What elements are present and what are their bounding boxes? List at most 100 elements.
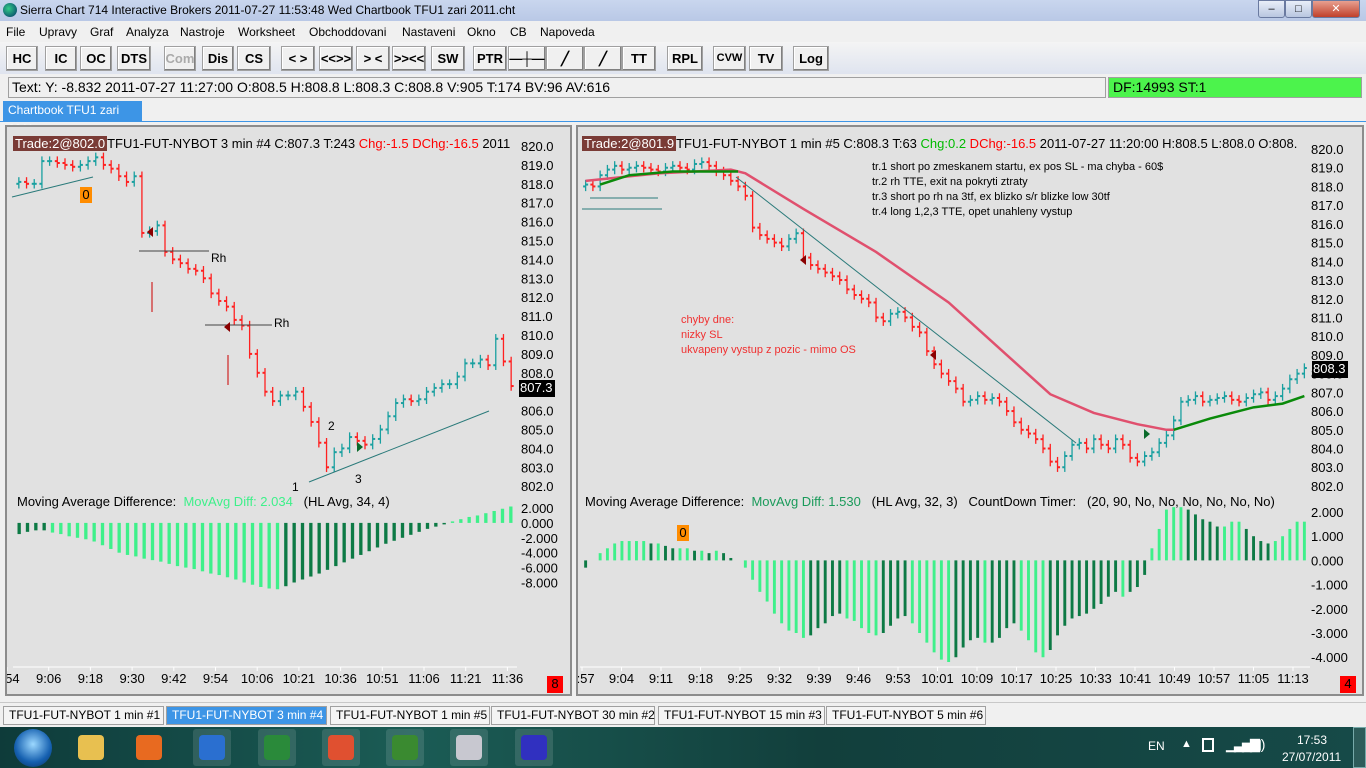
clock-time[interactable]: 17:53 bbox=[1297, 733, 1327, 747]
menu-nastaveni[interactable]: Nastaveni bbox=[402, 25, 455, 39]
language-indicator[interactable]: EN bbox=[1148, 739, 1165, 753]
chart-header: Trade:2@801.9 TFU1-FUT-NYBOT 1 min #5 C:8… bbox=[582, 136, 1297, 151]
toolbar-cs-button[interactable]: CS bbox=[237, 46, 271, 71]
toolbar-expand-button[interactable]: <<>> bbox=[319, 46, 353, 71]
toolbar-compress-button[interactable]: > < bbox=[356, 46, 390, 71]
rh-label: Rh bbox=[274, 316, 290, 330]
indicator-params: (HL Avg, 32, 3) bbox=[871, 494, 958, 509]
toolbar-tv-button[interactable]: TV bbox=[749, 46, 783, 71]
price-tick: 819.0 bbox=[1311, 161, 1344, 176]
timer-name: CountDown Timer: bbox=[968, 494, 1077, 509]
toolbar-dis-button[interactable]: Dis bbox=[202, 46, 234, 71]
toolbar-crosshair-button[interactable]: —┼— bbox=[508, 46, 546, 71]
bar-date: 2011 bbox=[478, 136, 511, 151]
show-hidden-icons[interactable]: ▲ bbox=[1181, 738, 1192, 750]
indicator-header: Moving Average Difference: MovAvg Diff: … bbox=[17, 494, 390, 509]
toolbar-ic-button[interactable]: IC bbox=[45, 46, 77, 71]
maximize-button[interactable]: □ bbox=[1285, 0, 1312, 18]
minimize-button[interactable]: – bbox=[1258, 0, 1285, 18]
volume-icon[interactable]: ◀) bbox=[1250, 736, 1265, 753]
toolbar-tt-button[interactable]: TT bbox=[622, 46, 656, 71]
toolbar-line-button[interactable]: ╱ bbox=[546, 46, 584, 71]
internet-explorer-icon[interactable] bbox=[193, 729, 231, 766]
indicator-tick: -3.000 bbox=[1311, 626, 1348, 641]
toolbar-scroll-left-right-button[interactable]: < > bbox=[281, 46, 315, 71]
explorer-icon[interactable] bbox=[72, 729, 110, 766]
time-tick: 10:57 bbox=[1198, 671, 1231, 686]
zero-marker: 0 bbox=[80, 187, 92, 203]
trade-marker-icon bbox=[1144, 429, 1150, 439]
toolbar-dts-button[interactable]: DTS bbox=[117, 46, 151, 71]
toolbar-sw-button[interactable]: SW bbox=[431, 46, 465, 71]
bar-date: 2011-07-27 11:20:00 H:808.5 L:808.0 O:80… bbox=[1036, 136, 1298, 151]
chart-1min[interactable]: 820.0 819.0 818.0 817.0 816.0 815.0 814.0 813.0… bbox=[576, 125, 1364, 696]
toolbar-rpl-button[interactable]: RPL bbox=[667, 46, 703, 71]
window-title: Sierra Chart 714 Interactive Brokers 201… bbox=[20, 3, 516, 17]
toolbar-hc-button[interactable]: HC bbox=[6, 46, 38, 71]
toolbar-compress-more-button[interactable]: >><< bbox=[392, 46, 426, 71]
toolbar-oc-button[interactable]: OC bbox=[80, 46, 112, 71]
note-line: nizky SL bbox=[681, 329, 723, 341]
price-tick: 817.0 bbox=[521, 196, 554, 211]
indicator-tick: -2.000 bbox=[1311, 602, 1348, 617]
power-icon[interactable] bbox=[1202, 738, 1214, 752]
chart-tab[interactable]: TFU1-FUT-NYBOT 15 min #3 bbox=[658, 706, 825, 725]
change-value: Chg:0.2 bbox=[920, 136, 967, 151]
menu-worksheet[interactable]: Worksheet bbox=[238, 25, 295, 39]
price-tick: 813.0 bbox=[1311, 273, 1344, 288]
menu-cb[interactable]: CB bbox=[510, 25, 527, 39]
bar-info: #4 C:807.3 T:243 bbox=[252, 136, 359, 151]
blue-app-icon[interactable] bbox=[515, 729, 553, 766]
app-green-icon[interactable] bbox=[386, 729, 424, 766]
notepad-app-icon[interactable] bbox=[450, 729, 488, 766]
point-label-3: 3 bbox=[355, 472, 362, 486]
time-tick: 9:42 bbox=[161, 671, 186, 686]
toolbar-ray-button[interactable]: ╱ bbox=[584, 46, 622, 71]
indicator-value: MovAvg Diff: 2.034 bbox=[183, 494, 293, 509]
chart-tab[interactable]: TFU1-FUT-NYBOT 3 min #4 bbox=[166, 706, 327, 725]
close-button[interactable]: ✕ bbox=[1312, 0, 1360, 18]
price-tick: 802.0 bbox=[1311, 479, 1344, 494]
menu-upravy[interactable]: Upravy bbox=[39, 25, 77, 39]
point-label-1: 1 bbox=[292, 480, 299, 494]
media-player-icon[interactable] bbox=[130, 729, 168, 766]
menu-graf[interactable]: Graf bbox=[90, 25, 113, 39]
chart-tab[interactable]: TFU1-FUT-NYBOT 1 min #1 bbox=[3, 706, 164, 725]
time-tick: 9:11 bbox=[649, 671, 673, 686]
toolbar-cvw-button[interactable]: CVW bbox=[713, 46, 746, 71]
chart-tab[interactable]: TFU1-FUT-NYBOT 5 min #6 bbox=[826, 706, 986, 725]
rh-label: Rh bbox=[211, 251, 227, 265]
trade-notes: tr.1 short po zmeskanem startu, ex pos S… bbox=[872, 160, 1163, 220]
menu-analyza[interactable]: Analyza bbox=[126, 25, 169, 39]
chart-3min[interactable]: 820.0 819.0 818.0 817.0 816.0 815.0 814.0 813.0… bbox=[5, 125, 572, 696]
toolbar-ptr-button[interactable]: PTR bbox=[473, 46, 507, 71]
menu-okno[interactable]: Okno bbox=[467, 25, 496, 39]
indicator-tick: -2.000 bbox=[521, 531, 558, 546]
chartbook-tab[interactable]: Chartbook TFU1 zari 2011 bbox=[3, 101, 142, 136]
price-tick: 816.0 bbox=[521, 215, 554, 230]
show-desktop-button[interactable] bbox=[1353, 727, 1366, 768]
chart-tab[interactable]: TFU1-FUT-NYBOT 1 min #5 bbox=[330, 706, 490, 725]
menu-file[interactable]: File bbox=[6, 25, 25, 39]
indicator-tick: -6.000 bbox=[521, 561, 558, 576]
sierra-chart-icon[interactable] bbox=[258, 729, 296, 766]
toolbar-com-button[interactable]: Com bbox=[164, 46, 196, 71]
eye-app-icon[interactable] bbox=[322, 729, 360, 766]
price-tick: 819.0 bbox=[521, 158, 554, 173]
price-tick: 811.0 bbox=[1311, 310, 1343, 325]
toolbar-log-button[interactable]: Log bbox=[793, 46, 829, 71]
start-button[interactable] bbox=[14, 729, 52, 767]
menu-bar: File Upravy Graf Analyza Nastroje Worksheet Ob… bbox=[0, 22, 1366, 41]
price-tick: 809.0 bbox=[521, 347, 554, 362]
clock-date[interactable]: 27/07/2011 bbox=[1282, 750, 1341, 764]
menu-obchoddovani[interactable]: Obchoddovani bbox=[309, 25, 386, 39]
price-tick: 815.0 bbox=[521, 234, 554, 249]
menu-napoveda[interactable]: Napoveda bbox=[540, 25, 595, 39]
chart-tab[interactable]: TFU1-FUT-NYBOT 30 min #2 bbox=[491, 706, 655, 725]
price-tick: 811.0 bbox=[521, 309, 553, 324]
menu-nastroje[interactable]: Nastroje bbox=[180, 25, 225, 39]
time-tick: 10:41 bbox=[1119, 671, 1152, 686]
trade-position: Trade:2@802.0 bbox=[13, 136, 108, 151]
time-tick: 9:06 bbox=[36, 671, 61, 686]
price-tick: 813.0 bbox=[521, 271, 554, 286]
